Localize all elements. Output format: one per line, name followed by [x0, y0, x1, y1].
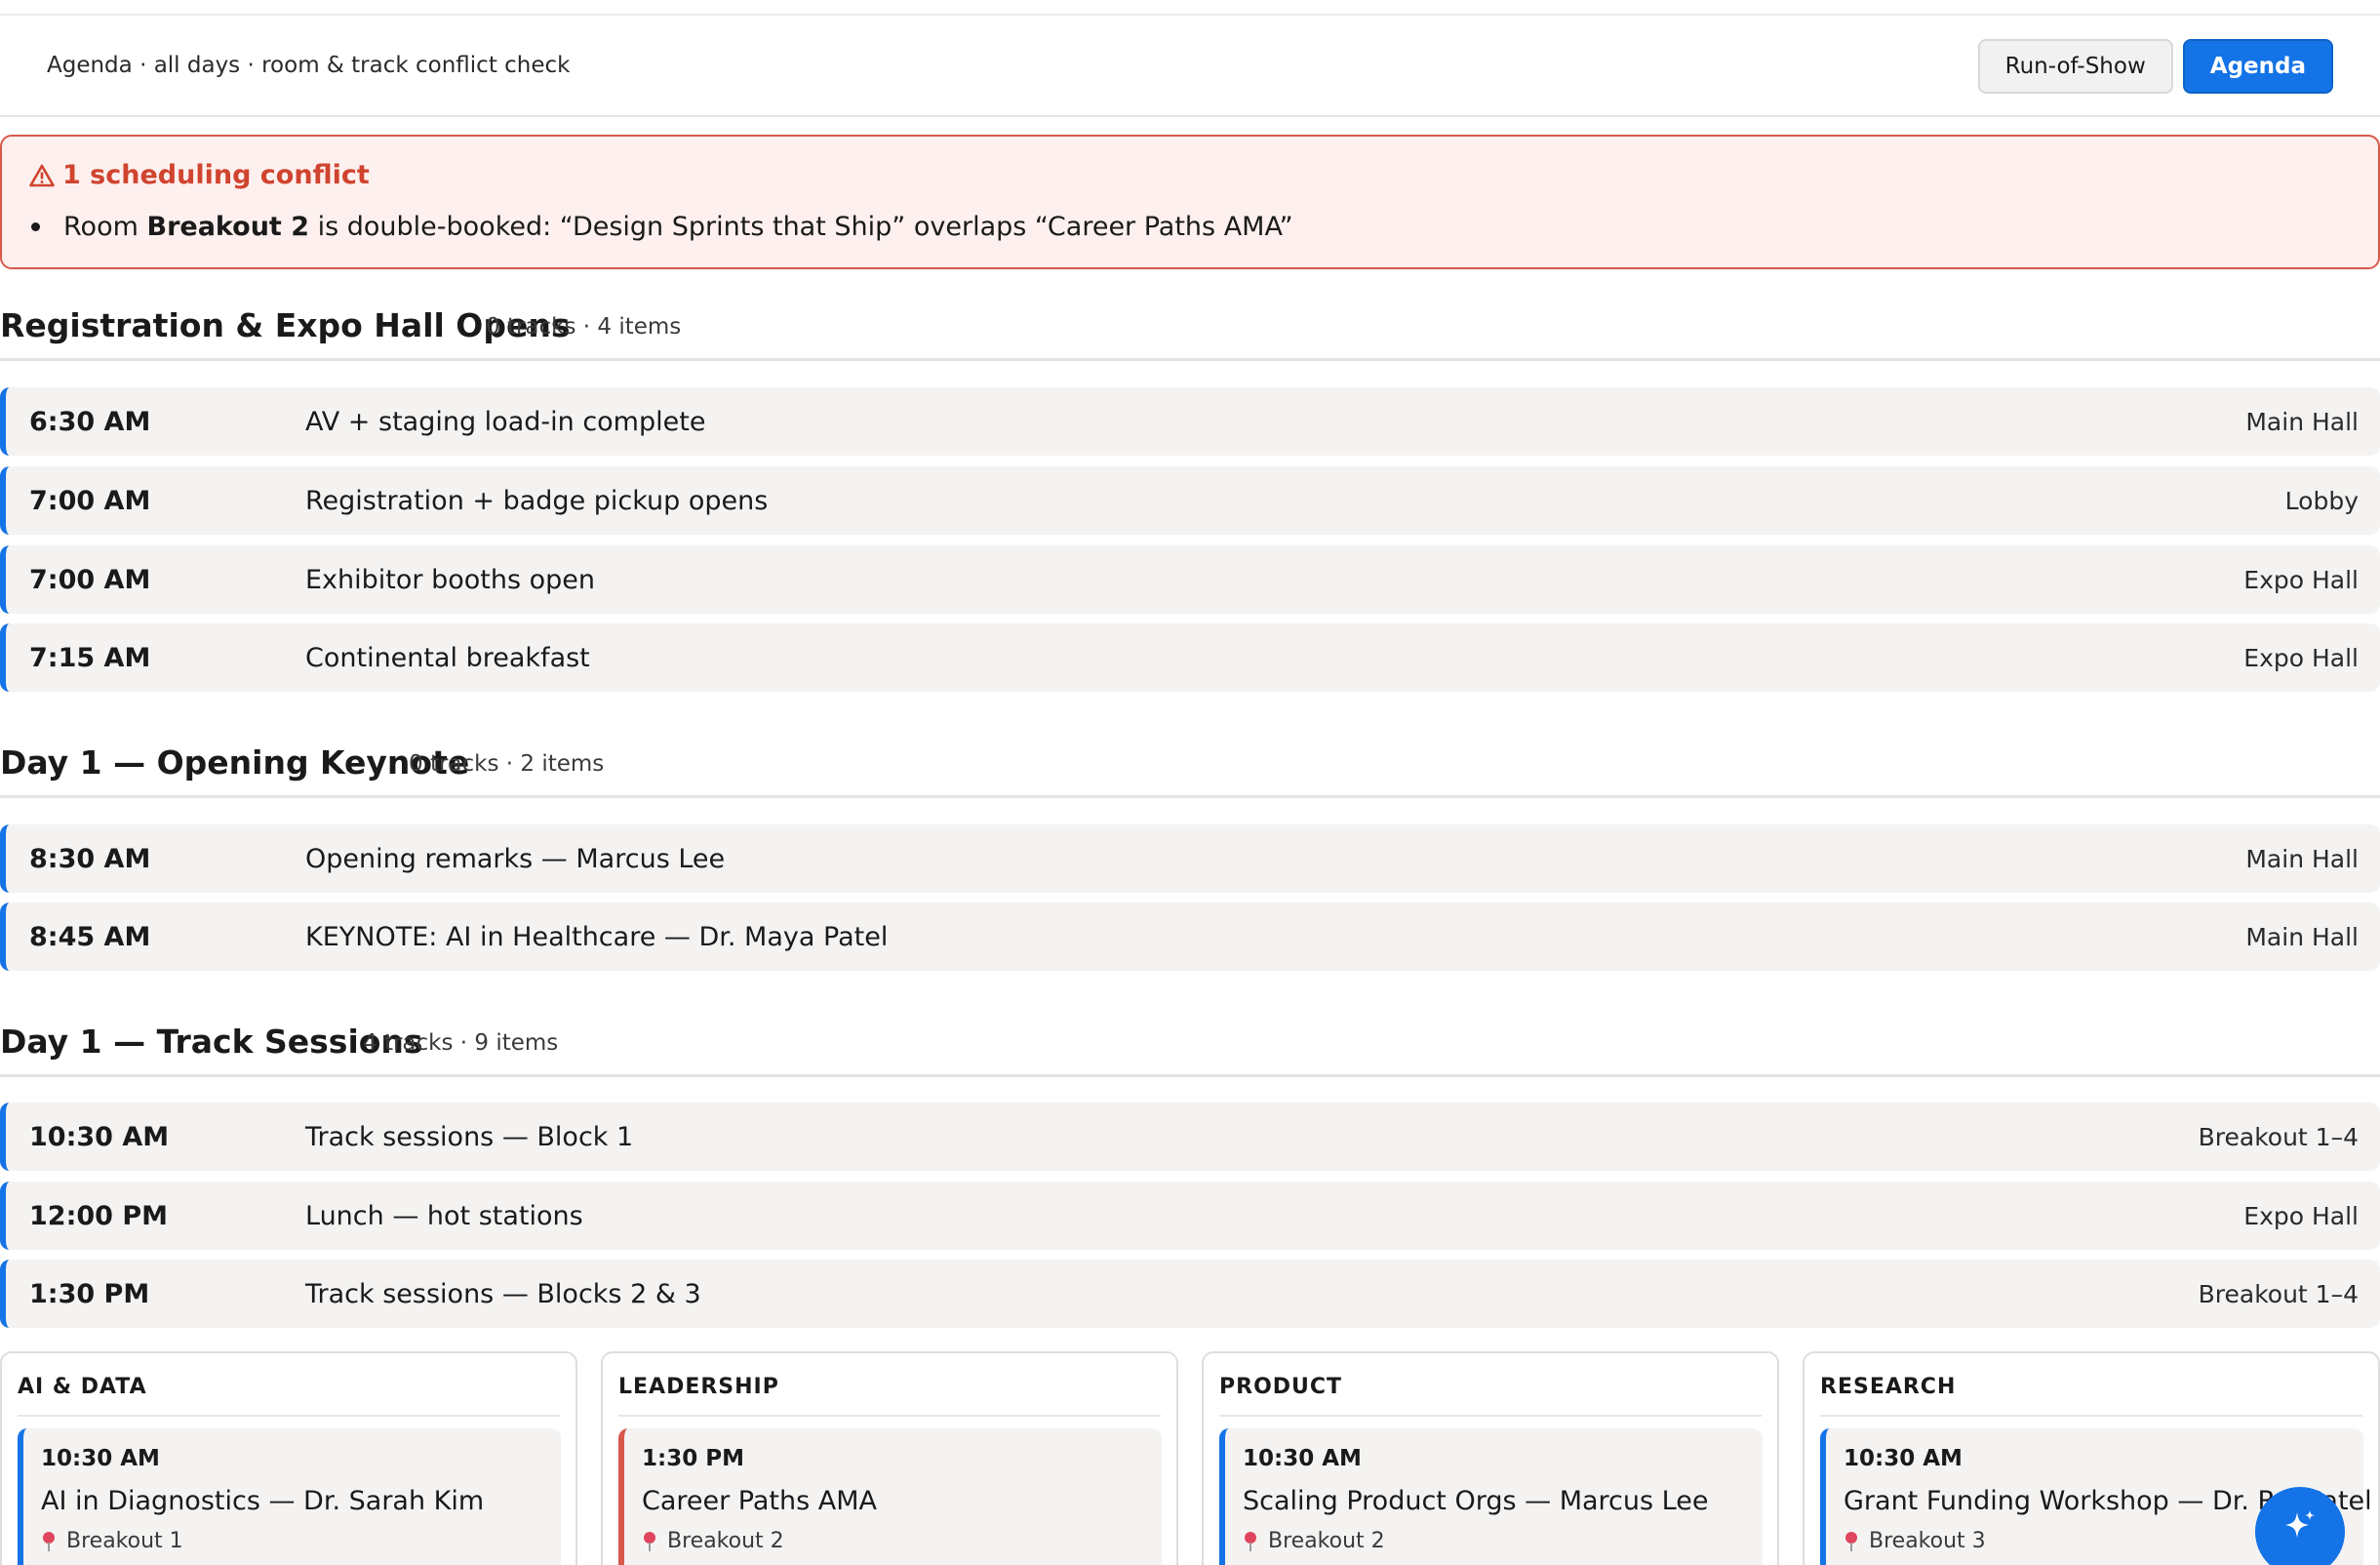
track-column-ai-data: AI & DATA 10:30 AM AI in Diagnostics — D… — [0, 1351, 577, 1565]
row-time: 7:00 AM — [29, 486, 151, 516]
session-room-label: Breakout 3 — [1869, 1529, 1986, 1553]
map-pin-icon — [1245, 1531, 1256, 1551]
row-label: Exhibitor booths open — [305, 565, 595, 595]
row-time: 7:15 AM — [29, 643, 151, 673]
row-room: Main Hall — [2245, 923, 2359, 951]
conflict-count: 1 scheduling conflict — [62, 160, 370, 190]
session-room-label: Breakout 2 — [667, 1529, 784, 1553]
row-time: 12:00 PM — [29, 1201, 169, 1231]
agenda-row[interactable]: 10:30 AM Track sessions — Block 1 Breako… — [0, 1103, 2380, 1171]
session-room: Breakout 2 — [642, 1529, 784, 1553]
conflict-prefix: Room — [63, 212, 147, 242]
row-room: Breakout 1–4 — [2198, 1280, 2359, 1308]
agenda-row[interactable]: 7:00 AM Registration + badge pickup open… — [0, 466, 2380, 535]
track-divider — [1820, 1415, 2362, 1417]
section-meta: 0 tracks · 4 items — [486, 314, 682, 340]
section-divider — [0, 1074, 2380, 1077]
agenda-button[interactable]: Agenda — [2182, 39, 2333, 94]
view-switcher: Run-of-Show Agenda — [1977, 39, 2333, 94]
session-card[interactable]: 10:30 AM Scaling Product Orgs — Marcus L… — [1219, 1428, 1763, 1565]
row-time: 8:30 AM — [29, 844, 151, 874]
agenda-row[interactable]: 6:30 AM AV + staging load-in complete Ma… — [0, 387, 2380, 456]
row-room: Lobby — [2284, 487, 2359, 515]
session-time: 10:30 AM — [1844, 1446, 1963, 1471]
page-title: Agenda · all days · room & track conflic… — [47, 53, 571, 78]
session-room: Breakout 3 — [1844, 1529, 1986, 1553]
sparkle-icon — [2285, 1510, 2315, 1538]
track-column-leadership: LEADERSHIP 1:30 PM Career Paths AMA Brea… — [601, 1351, 1178, 1565]
section-header: Day 1 — Opening Keynote 0 tracks · 2 ite… — [0, 743, 2380, 802]
session-room-label: Breakout 1 — [66, 1529, 183, 1553]
session-card-conflict[interactable]: 1:30 PM Career Paths AMA Breakout 2 — [618, 1428, 1162, 1565]
agenda-row[interactable]: 8:45 AM KEYNOTE: AI in Healthcare — Dr. … — [0, 903, 2380, 971]
section-header: Day 1 — Track Sessions 4 tracks · 9 item… — [0, 1023, 2380, 1081]
map-pin-icon — [1845, 1531, 1857, 1551]
bullet — [31, 222, 40, 231]
row-time: 1:30 PM — [29, 1279, 150, 1309]
row-label: Track sessions — Block 1 — [305, 1122, 634, 1152]
session-room-label: Breakout 2 — [1268, 1529, 1385, 1553]
section-title: Day 1 — Opening Keynote — [0, 743, 470, 782]
row-label: Registration + badge pickup opens — [305, 486, 769, 516]
section-divider — [0, 358, 2380, 361]
row-room: Expo Hall — [2243, 644, 2359, 672]
row-label: Continental breakfast — [305, 643, 590, 673]
row-room: Main Hall — [2245, 408, 2359, 436]
track-divider — [618, 1415, 1161, 1417]
session-title: Career Paths AMA — [642, 1486, 878, 1516]
track-column-product: PRODUCT 10:30 AM Scaling Product Orgs — … — [1202, 1351, 1779, 1565]
row-label: Lunch — hot stations — [305, 1201, 583, 1231]
session-room: Breakout 2 — [1243, 1529, 1385, 1553]
agenda-row[interactable]: 7:00 AM Exhibitor booths open Expo Hall — [0, 545, 2380, 614]
section-title: Registration & Expo Hall Opens — [0, 306, 571, 344]
row-label: Track sessions — Blocks 2 & 3 — [305, 1279, 701, 1309]
row-label: Opening remarks — Marcus Lee — [305, 844, 726, 874]
run-of-show-button[interactable]: Run-of-Show — [1977, 39, 2173, 94]
row-label: KEYNOTE: AI in Healthcare — Dr. Maya Pat… — [305, 922, 889, 952]
agenda-row[interactable]: 8:30 AM Opening remarks — Marcus Lee Mai… — [0, 824, 2380, 893]
track-title: AI & DATA — [18, 1375, 147, 1399]
row-room: Expo Hall — [2243, 566, 2359, 594]
conflict-alert: 1 scheduling conflict Room Breakout 2 is… — [0, 135, 2380, 269]
session-card[interactable]: 10:30 AM AI in Diagnostics — Dr. Sarah K… — [18, 1428, 561, 1565]
session-time: 10:30 AM — [41, 1446, 160, 1471]
conflict-alert-title: 1 scheduling conflict — [29, 160, 370, 190]
track-title: LEADERSHIP — [618, 1375, 779, 1399]
agenda-row[interactable]: 1:30 PM Track sessions — Blocks 2 & 3 Br… — [0, 1260, 2380, 1328]
section-meta: 0 tracks · 2 items — [409, 751, 605, 777]
row-time: 8:45 AM — [29, 922, 151, 952]
map-pin-icon — [644, 1531, 655, 1551]
section-header: Registration & Expo Hall Opens 0 tracks … — [0, 306, 2380, 365]
row-room: Breakout 1–4 — [2198, 1123, 2359, 1151]
row-time: 6:30 AM — [29, 407, 151, 437]
row-room: Main Hall — [2245, 845, 2359, 873]
agenda-row[interactable]: 7:15 AM Continental breakfast Expo Hall — [0, 623, 2380, 692]
row-time: 7:00 AM — [29, 565, 151, 595]
track-title: RESEARCH — [1820, 1375, 1957, 1399]
track-divider — [1219, 1415, 1762, 1417]
track-title: PRODUCT — [1219, 1375, 1343, 1399]
conflict-item: Room Breakout 2 is double-booked: “Desig… — [31, 212, 1293, 242]
warning-triangle-icon — [29, 164, 55, 186]
section-meta: 4 tracks · 9 items — [363, 1030, 559, 1056]
section-divider — [0, 795, 2380, 798]
conflict-room: Breakout 2 — [146, 212, 310, 242]
agenda-row[interactable]: 12:00 PM Lunch — hot stations Expo Hall — [0, 1182, 2380, 1250]
session-title: AI in Diagnostics — Dr. Sarah Kim — [41, 1486, 485, 1516]
session-time: 1:30 PM — [642, 1446, 744, 1471]
conflict-description: is double-booked: “Design Sprints that S… — [309, 212, 1293, 242]
map-pin-icon — [43, 1531, 55, 1551]
app-header: Agenda · all days · room & track conflic… — [0, 16, 2380, 117]
session-title: Scaling Product Orgs — Marcus Lee — [1243, 1486, 1709, 1516]
section-title: Day 1 — Track Sessions — [0, 1023, 423, 1061]
row-time: 10:30 AM — [29, 1122, 170, 1152]
row-room: Expo Hall — [2243, 1202, 2359, 1230]
session-time: 10:30 AM — [1243, 1446, 1362, 1471]
session-room: Breakout 1 — [41, 1529, 183, 1553]
track-divider — [18, 1415, 560, 1417]
row-label: AV + staging load-in complete — [305, 407, 706, 437]
